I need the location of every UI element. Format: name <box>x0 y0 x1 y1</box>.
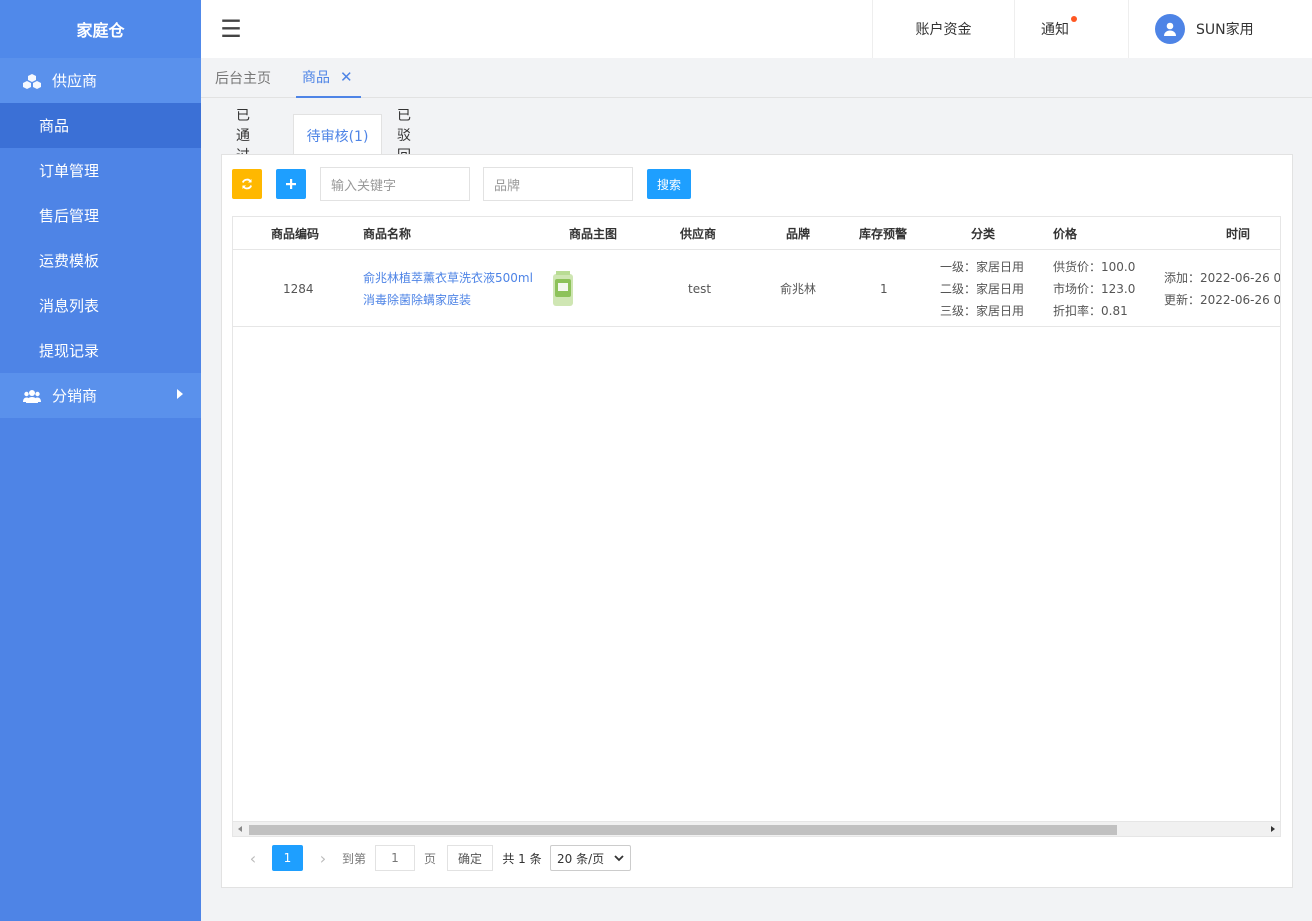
tab-rejected[interactable]: 已驳回 <box>397 108 411 164</box>
plus-icon <box>286 179 296 189</box>
user-name: SUN家用 <box>1196 22 1254 38</box>
cell-time: 添加：2022-06-26 09: 更新：2022-06-26 09: <box>1164 250 1281 327</box>
total-count: 共 1 条 <box>502 851 542 866</box>
top-header: ☰ 账户资金 通知 SUN家用 <box>201 0 1312 58</box>
scrollbar-thumb[interactable] <box>249 825 1117 835</box>
goto-page-input[interactable]: 1 <box>375 845 415 871</box>
col-category[interactable]: 分类 <box>971 217 995 250</box>
close-icon[interactable]: ✕ <box>340 68 353 86</box>
sidebar-item-goods[interactable]: 商品 <box>0 103 201 148</box>
chevron-down-icon <box>614 854 624 861</box>
refresh-icon <box>241 178 253 190</box>
col-supplier[interactable]: 供应商 <box>680 217 716 250</box>
sidebar-item-withdrawals[interactable]: 提现记录 <box>0 328 201 373</box>
user-icon <box>1164 22 1176 36</box>
page-1-button[interactable]: 1 <box>272 845 303 871</box>
prev-page-icon[interactable]: ‹ <box>244 845 262 871</box>
tab-home[interactable]: 后台主页 <box>215 58 271 98</box>
notice-label: 通知 <box>1041 22 1069 38</box>
notice-link[interactable]: 通知 <box>1014 0 1128 58</box>
scroll-left-icon[interactable] <box>238 826 242 832</box>
price-discount: 折扣率：0.81 <box>1053 303 1128 318</box>
account-funds-link[interactable]: 账户资金 <box>872 0 1014 58</box>
sidebar-group-distributor[interactable]: 分销商 <box>0 373 201 418</box>
brand-input[interactable]: 品牌 <box>483 167 633 201</box>
horizontal-scrollbar[interactable] <box>233 821 1280 836</box>
cell-supplier: test <box>688 281 712 296</box>
cell-category: 一级：家居日用 二级：家居日用 三级：家居日用 <box>940 250 1024 327</box>
sidebar-group-label: 供应商 <box>52 72 98 90</box>
page-unit-label: 页 <box>423 851 436 866</box>
product-thumbnail-image <box>553 270 573 306</box>
table-header: 商品编码 商品名称 商品主图 供应商 品牌 库存预警 分类 价格 时间 <box>233 217 1280 250</box>
time-added: 添加：2022-06-26 09: <box>1164 270 1281 285</box>
cubes-icon <box>22 73 42 89</box>
user-menu[interactable]: SUN家用 <box>1128 0 1312 58</box>
tab-goods-label: 商品 <box>302 70 330 86</box>
col-name[interactable]: 商品名称 <box>363 217 411 250</box>
time-updated: 更新：2022-06-26 09: <box>1164 292 1281 307</box>
refresh-button[interactable] <box>232 169 262 199</box>
goto-label: 到第 <box>341 851 366 866</box>
users-icon <box>22 388 42 404</box>
cell-image[interactable] <box>551 250 575 327</box>
cell-price: 供货价：100.0 市场价：123.0 折扣率：0.81 <box>1053 250 1135 327</box>
col-brand[interactable]: 品牌 <box>786 217 810 250</box>
goods-name-link-line2[interactable]: 消毒除菌除螨家庭装 <box>363 289 471 311</box>
col-code[interactable]: 商品编码 <box>271 217 319 250</box>
goto-confirm-button[interactable]: 确定 <box>447 845 493 871</box>
notice-badge-dot <box>1071 16 1077 22</box>
category-level3: 三级：家居日用 <box>940 303 1025 318</box>
cell-stock-alert: 1 <box>880 281 888 296</box>
category-level1: 一级：家居日用 <box>940 259 1025 274</box>
search-button[interactable]: 搜索 <box>647 169 691 199</box>
next-page-icon[interactable]: › <box>314 845 332 871</box>
keyword-input[interactable]: 输入关键字 <box>320 167 470 201</box>
sidebar-group-label: 分销商 <box>52 387 98 405</box>
add-button[interactable] <box>276 169 306 199</box>
sidebar-item-messages[interactable]: 消息列表 <box>0 283 201 328</box>
price-market: 市场价：123.0 <box>1053 281 1136 296</box>
sidebar-group-supplier[interactable]: 供应商 <box>0 58 201 103</box>
goods-table: 商品编码 商品名称 商品主图 供应商 品牌 库存预警 分类 价格 时间 1284… <box>232 216 1281 837</box>
scroll-right-icon[interactable] <box>1271 826 1275 832</box>
menu-toggle-icon[interactable]: ☰ <box>201 0 261 58</box>
sidebar-item-orders[interactable]: 订单管理 <box>0 148 201 193</box>
cell-code: 1284 <box>283 281 314 296</box>
goods-name-link[interactable]: 俞兆林植萃薰衣草洗衣液500ml <box>363 267 533 289</box>
sidebar-item-shipping-template[interactable]: 运费模板 <box>0 238 201 283</box>
sidebar: 家庭仓 供应商 商品 订单管理 售后管理 运费模板 消息列表 提现记录 分销商 <box>0 0 201 921</box>
brand-logo[interactable]: 家庭仓 <box>0 0 201 58</box>
tab-approved[interactable]: 已通过 <box>236 108 250 164</box>
price-supply: 供货价：100.0 <box>1053 259 1136 274</box>
col-image[interactable]: 商品主图 <box>569 217 617 250</box>
page-size-value: 20 条/页 <box>557 851 605 866</box>
content-panel: 输入关键字 品牌 搜索 商品编码 商品名称 商品主图 供应商 品牌 库存预警 分… <box>221 154 1293 888</box>
avatar <box>1155 14 1185 44</box>
page-size-select[interactable]: 20 条/页 <box>550 845 631 871</box>
cell-brand: 俞兆林 <box>780 282 817 296</box>
caret-right-icon <box>177 389 183 399</box>
table-row[interactable]: 1284 俞兆林植萃薰衣草洗衣液500ml 消毒除菌除螨家庭装 test 俞兆林… <box>233 250 1281 327</box>
cell-name[interactable]: 俞兆林植萃薰衣草洗衣液500ml 消毒除菌除螨家庭装 <box>363 250 533 327</box>
sidebar-item-aftersales[interactable]: 售后管理 <box>0 193 201 238</box>
col-time[interactable]: 时间 <box>1226 217 1250 250</box>
col-price[interactable]: 价格 <box>1053 217 1077 250</box>
tab-pending[interactable]: 待审核(1) <box>293 114 382 156</box>
tab-goods[interactable]: 商品 ✕ <box>296 58 361 98</box>
page-tabs: 后台主页 商品 ✕ <box>201 58 1312 98</box>
col-stock-alert[interactable]: 库存预警 <box>859 217 907 250</box>
category-level2: 二级：家居日用 <box>940 281 1025 296</box>
